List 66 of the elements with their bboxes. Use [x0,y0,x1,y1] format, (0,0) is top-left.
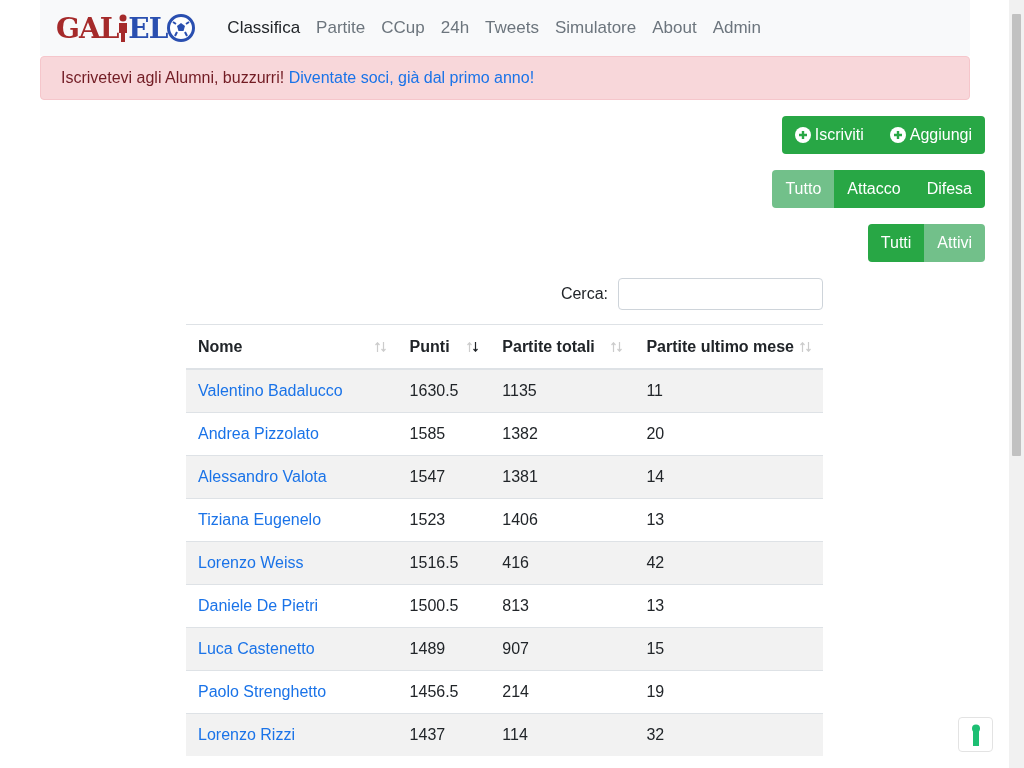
scrollbar[interactable] [1009,0,1024,768]
nav-link[interactable]: About [644,18,705,38]
soccer-ball-icon [167,14,196,42]
filter-button[interactable]: Difesa [913,170,985,208]
column-header[interactable]: Punti [409,337,450,356]
player-link[interactable]: Paolo Strenghetto [198,683,327,700]
table-cell: 13 [646,511,665,528]
player-link[interactable]: Luca Castenetto [198,640,315,657]
keyhole-icon [970,723,981,746]
table-cell: 1630.5 [409,382,459,399]
person-icon [118,14,129,42]
nav-link[interactable]: Simulatore [546,18,645,38]
table-cell: 1489 [409,640,446,657]
logo[interactable]: GAL EL [56,11,196,45]
player-link[interactable]: Daniele De Pietri [198,597,319,614]
sort-icon[interactable] [467,341,479,352]
table-cell: 1547 [409,468,446,485]
plus-circle-icon [794,127,811,143]
search-field[interactable] [618,278,823,310]
alert-link[interactable]: Diventate soci, già dal primo anno! [288,69,535,86]
table-cell: 1135 [502,382,537,399]
table-cell: 1406 [502,511,538,528]
nav-link[interactable]: Tweets [477,18,547,38]
table-cell: 13 [646,597,665,614]
table-cell: 1500.5 [409,597,459,614]
column-header[interactable]: Partite ultimo mese [646,337,794,356]
table-cell: 416 [502,554,529,571]
player-link[interactable]: Valentino Badalucco [198,382,343,399]
table-cell: 15 [646,640,665,657]
player-link[interactable]: Lorenzo Weiss [198,554,304,571]
table-cell: 19 [646,683,665,700]
nav-link[interactable]: Classifica [219,18,309,38]
nav-link[interactable]: 24h [432,18,478,38]
table-cell: 214 [502,683,529,700]
table-cell: 907 [502,640,529,657]
filter-button[interactable]: Tutti [867,224,925,262]
player-link[interactable]: Alessandro Valota [198,468,327,485]
table-cell: 1381 [502,468,538,485]
table-cell: 1516.5 [409,554,459,571]
filter-button[interactable]: Attacco [834,170,914,208]
table-cell: 20 [646,425,665,442]
table-cell: 1382 [502,425,538,442]
player-link[interactable]: Tiziana Eugenelo [198,511,322,528]
table-cell: 813 [502,597,529,614]
table-cell: 1523 [409,511,446,528]
player-link[interactable]: Lorenzo Rizzi [198,726,295,743]
table-cell: 11 [646,382,663,399]
column-header[interactable]: Nome [198,337,243,356]
column-header[interactable]: Partite totali [502,337,595,356]
table-cell: 1456.5 [409,683,459,700]
add-button[interactable]: Aggiungi [876,116,985,154]
plus-circle-icon [889,127,906,143]
table-cell: 114 [502,726,528,743]
table-cell: 1585 [409,425,446,442]
add-button[interactable]: Iscriviti [781,116,877,154]
table-cell: 1437 [409,726,446,743]
table-cell: 14 [646,468,665,485]
table-cell: 32 [646,726,665,743]
search-label: Cerca: [560,285,608,303]
alert-message: Iscrivetevi agli Alumni, buzzurri! Diventate soci, già dal primo anno! [40,56,970,100]
nav-link[interactable]: Partite [308,18,374,38]
table-cell: 42 [646,554,665,571]
nav-link[interactable]: Admin [704,18,769,38]
nav-link[interactable]: CCup [373,18,433,38]
player-link[interactable]: Andrea Pizzolato [198,425,319,442]
floating-button[interactable] [958,717,993,752]
